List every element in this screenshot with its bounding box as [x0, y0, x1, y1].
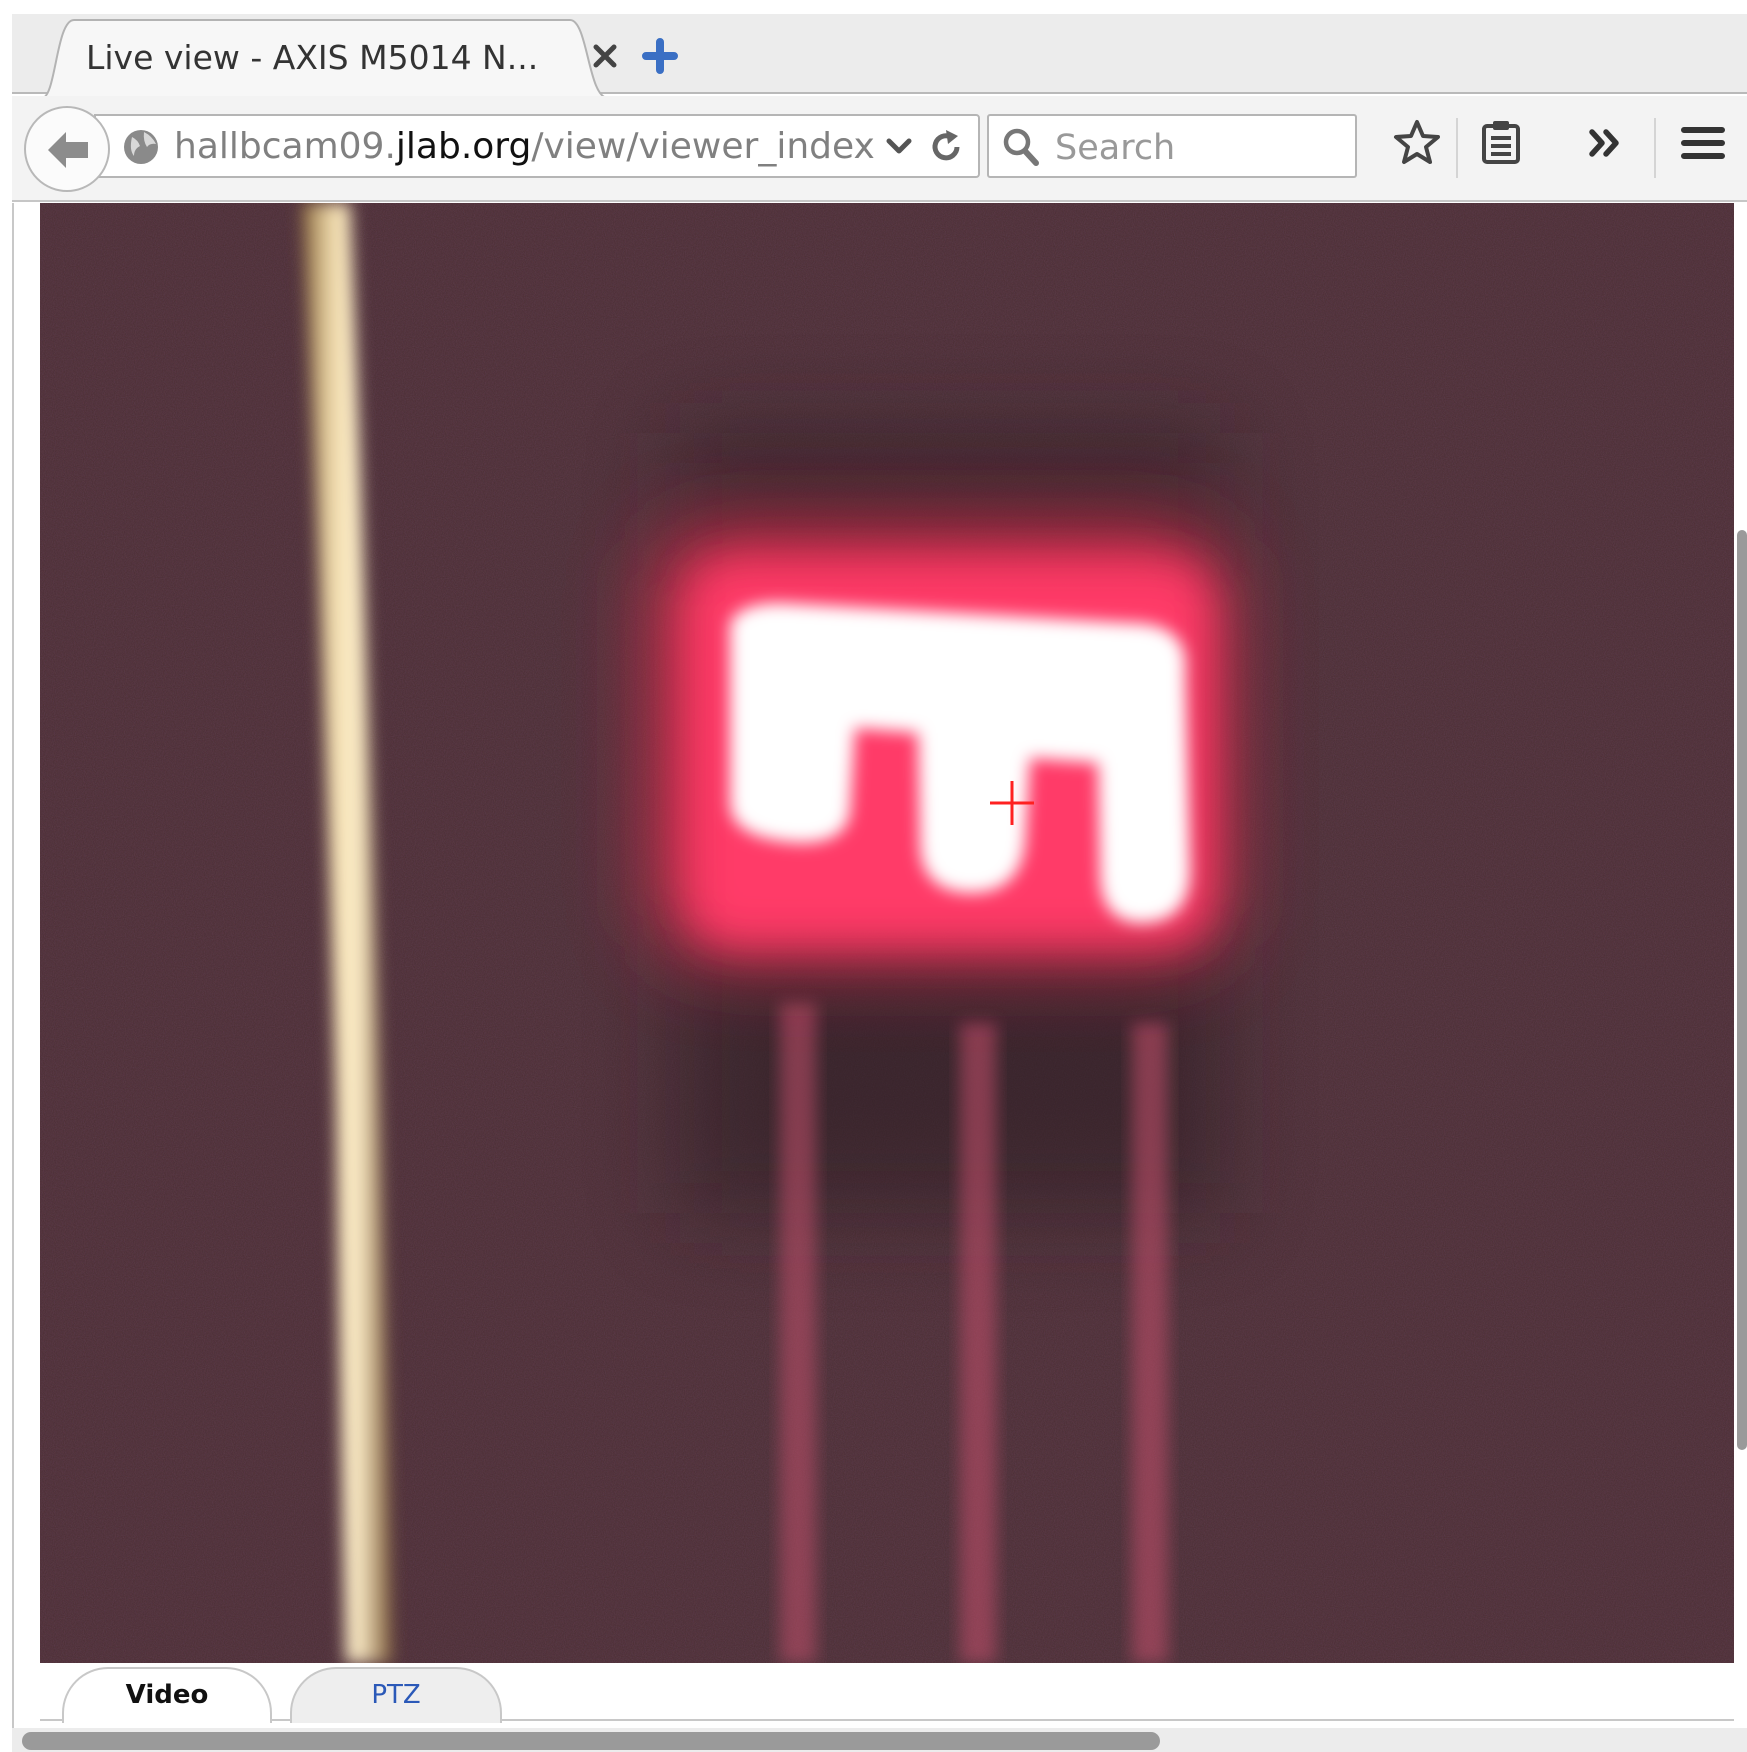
close-icon[interactable]	[587, 38, 623, 74]
tab-strip: Live view - AXIS M5014 N...	[12, 14, 1747, 98]
vertical-scrollbar[interactable]	[1737, 530, 1747, 1450]
url-prefix: hallbcam09.	[174, 126, 396, 167]
tab-video[interactable]: Video	[62, 1667, 272, 1723]
camera-image	[40, 203, 1734, 1663]
clipboard-icon[interactable]	[1476, 118, 1526, 168]
reload-icon[interactable]	[928, 128, 964, 166]
toolbar-separator	[1456, 118, 1458, 178]
tab-title: Live view - AXIS M5014 N...	[86, 38, 539, 77]
plus-icon[interactable]	[640, 36, 680, 76]
back-button[interactable]	[24, 106, 110, 192]
double-chevron-icon[interactable]	[1582, 118, 1632, 168]
hamburger-menu-icon[interactable]	[1678, 118, 1728, 168]
live-video-feed[interactable]	[40, 203, 1734, 1663]
navigation-toolbar: hallbcam09.jlab.org/view/viewer_index.sh…	[12, 96, 1747, 202]
globe-icon	[124, 130, 158, 164]
viewer-tab-bar: Video PTZ	[40, 1663, 1734, 1723]
url-host: jlab.org	[395, 126, 532, 167]
browser-tab[interactable]: Live view - AXIS M5014 N...	[42, 18, 632, 98]
url-text[interactable]: hallbcam09.jlab.org/view/viewer_index.sh	[174, 126, 874, 167]
url-bar[interactable]: hallbcam09.jlab.org/view/viewer_index.sh	[94, 114, 980, 178]
search-bar[interactable]: Search	[987, 114, 1357, 178]
back-arrow-icon	[48, 132, 88, 168]
search-icon	[1003, 128, 1039, 166]
star-icon[interactable]	[1392, 118, 1442, 168]
search-placeholder: Search	[1055, 128, 1176, 168]
chevron-down-icon[interactable]	[884, 132, 914, 162]
url-path: /view/viewer_index.sh	[531, 126, 874, 167]
horizontal-scrollbar[interactable]	[22, 1732, 1160, 1750]
toolbar-separator	[1654, 118, 1656, 178]
tab-ptz[interactable]: PTZ	[290, 1667, 502, 1723]
